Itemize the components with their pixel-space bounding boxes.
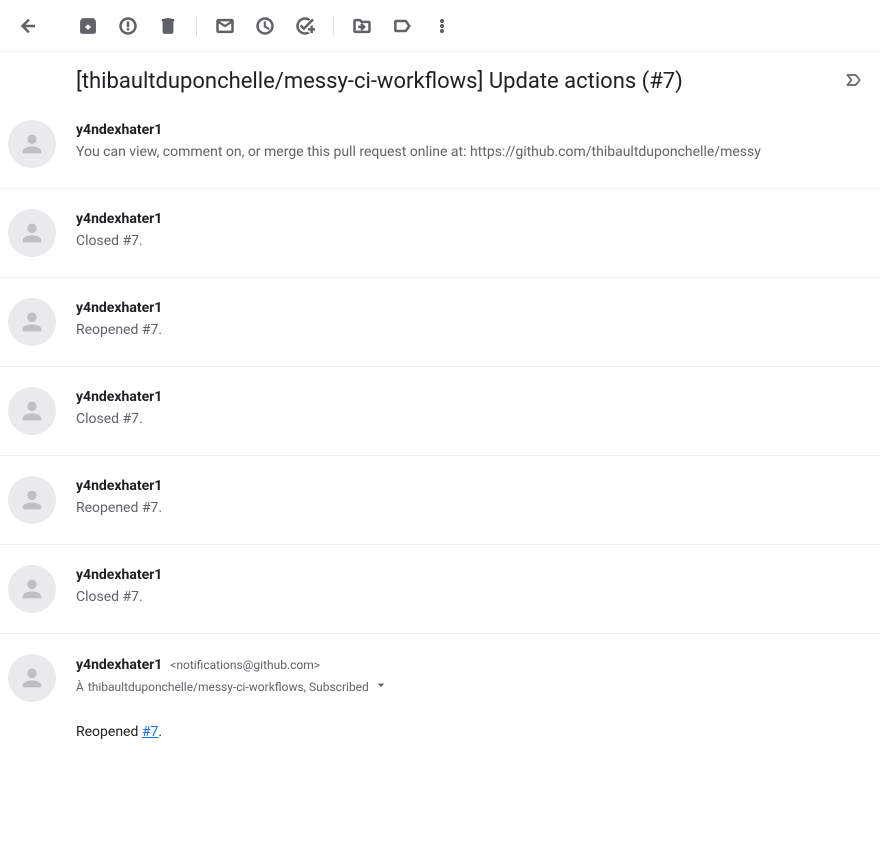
sender-name[interactable]: y4ndexhater1	[76, 657, 162, 673]
to-text: thibaultduponchelle/messy-ci-workflows, …	[88, 680, 369, 694]
avatar[interactable]	[8, 565, 56, 613]
avatar[interactable]	[8, 476, 56, 524]
message-collapsed[interactable]: y4ndexhater1 Closed #7.	[0, 545, 880, 634]
message-body: Reopened #7.	[76, 724, 864, 740]
move-to-button[interactable]	[342, 6, 382, 46]
avatar[interactable]	[8, 654, 56, 702]
avatar[interactable]	[8, 209, 56, 257]
avatar[interactable]	[8, 298, 56, 346]
sender-name: y4ndexhater1	[76, 565, 864, 585]
snippet-text: Closed #7.	[76, 587, 864, 607]
snippet-text: Closed #7.	[76, 409, 864, 429]
mark-unread-button[interactable]	[205, 6, 245, 46]
snippet-text: Reopened #7.	[76, 320, 864, 340]
sender-email: <notifications@github.com>	[170, 658, 320, 672]
show-details-icon[interactable]	[373, 677, 389, 696]
message-collapsed[interactable]: y4ndexhater1 You can view, comment on, o…	[0, 104, 880, 189]
sender-name: y4ndexhater1	[76, 387, 864, 407]
subject-row: [thibaultduponchelle/messy-ci-workflows]…	[0, 52, 880, 104]
add-to-tasks-button[interactable]	[285, 6, 325, 46]
avatar[interactable]	[8, 120, 56, 168]
recipients-row[interactable]: À thibaultduponchelle/messy-ci-workflows…	[76, 677, 864, 696]
snooze-button[interactable]	[245, 6, 285, 46]
toolbar-separator	[333, 16, 334, 36]
snippet-text: Closed #7.	[76, 231, 864, 251]
sender-name: y4ndexhater1	[76, 476, 864, 496]
to-prefix: À	[76, 680, 84, 694]
snippet-text: Reopened #7.	[76, 498, 864, 518]
subject-text: [thibaultduponchelle/messy-ci-workflows]…	[76, 68, 832, 96]
labels-button[interactable]	[382, 6, 422, 46]
delete-button[interactable]	[148, 6, 188, 46]
message-expanded: y4ndexhater1 <notifications@github.com> …	[0, 634, 880, 760]
sender-name: y4ndexhater1	[76, 120, 864, 140]
importance-marker[interactable]	[844, 70, 864, 94]
archive-button[interactable]	[68, 6, 108, 46]
back-button[interactable]	[8, 6, 48, 46]
toolbar-separator	[196, 16, 197, 36]
sender-name: y4ndexhater1	[76, 209, 864, 229]
sender-name: y4ndexhater1	[76, 298, 864, 318]
toolbar	[0, 0, 880, 52]
message-collapsed[interactable]: y4ndexhater1 Reopened #7.	[0, 278, 880, 367]
snippet-text: You can view, comment on, or merge this …	[76, 142, 864, 162]
more-button[interactable]	[422, 6, 462, 46]
issue-link[interactable]: #7	[142, 724, 159, 740]
report-spam-button[interactable]	[108, 6, 148, 46]
message-collapsed[interactable]: y4ndexhater1 Closed #7.	[0, 367, 880, 456]
message-collapsed[interactable]: y4ndexhater1 Reopened #7.	[0, 456, 880, 545]
message-collapsed[interactable]: y4ndexhater1 Closed #7.	[0, 189, 880, 278]
avatar[interactable]	[8, 387, 56, 435]
